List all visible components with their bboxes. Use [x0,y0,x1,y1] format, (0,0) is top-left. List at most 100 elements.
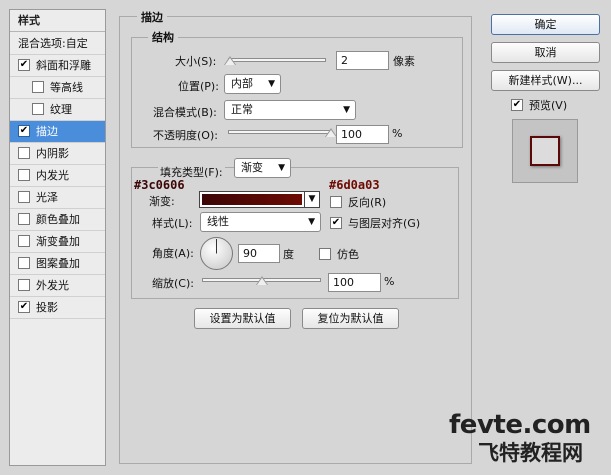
blend-mode-label: 混合模式(B): [153,106,217,119]
style-item[interactable]: ✔ 描边 [10,121,105,143]
scale-label: 缩放(C): [152,277,194,290]
checkbox-icon[interactable] [18,147,30,159]
angle-dial[interactable] [199,236,234,271]
opacity-label: 不透明度(O): [153,129,218,142]
cancel-button[interactable]: 取消 [491,42,600,63]
blend-mode-value: 正常 [231,103,253,116]
style-item-label: 颜色叠加 [36,213,80,226]
blend-mode-select[interactable]: 正常 ▼ [224,100,356,120]
scale-input[interactable]: 100 [328,273,381,292]
reverse-label: 反向(R) [348,196,387,209]
style-item[interactable]: 纹理 [10,99,105,121]
checkbox-icon [330,196,342,208]
gradient-style-select[interactable]: 线性 ▼ [200,212,321,232]
position-select[interactable]: 内部 ▼ [224,74,281,94]
angle-unit: 度 [283,248,294,261]
style-item[interactable]: 等高线 [10,77,105,99]
set-default-button[interactable]: 设置为默认值 [194,308,291,329]
style-item[interactable]: 颜色叠加 [10,209,105,231]
blend-options-item[interactable]: 混合选项:自定 [10,33,105,55]
chevron-down-icon: ▼ [278,163,285,173]
gradient-picker[interactable]: ▼ [199,191,320,208]
opacity-unit: % [392,127,403,140]
position-value: 内部 [231,77,253,90]
scale-slider-thumb[interactable] [255,276,268,285]
checkbox-icon[interactable]: ✔ [18,59,30,71]
checkbox-icon: ✔ [511,99,523,111]
scale-unit: % [384,275,395,288]
angle-input[interactable]: 90 [238,244,280,263]
chevron-down-icon: ▼ [308,217,315,227]
size-label: 大小(S): [175,55,217,68]
chevron-down-icon[interactable]: ▼ [304,192,319,207]
watermark-site: fevte.com [449,410,591,440]
checkbox-icon[interactable] [32,81,44,93]
stroke-title: 描边 [137,9,167,25]
style-item-label: 内阴影 [36,147,69,160]
checkbox-icon[interactable] [18,169,30,181]
checkbox-icon [319,248,331,260]
style-item-label: 渐变叠加 [36,235,80,248]
style-item-label: 外发光 [36,279,69,292]
gradient-start-color: #3c0606 [134,178,185,192]
preview-thumbnail [530,136,560,166]
style-item-label: 投影 [36,301,58,314]
gradient-swatch[interactable] [202,194,302,205]
dither-label: 仿色 [337,248,359,261]
style-item-label: 图案叠加 [36,257,80,270]
new-style-button[interactable]: 新建样式(W)... [491,70,600,91]
checkbox-icon[interactable] [18,279,30,291]
styles-panel: 样式 混合选项:自定 ✔ 斜面和浮雕等高线纹理 ✔ 描边内阴影内发光光泽颜色叠加渐变叠… [9,9,106,466]
angle-label: 角度(A): [152,247,194,260]
style-item[interactable]: 内发光 [10,165,105,187]
fill-type-select[interactable]: 渐变 ▼ [234,158,291,178]
dither-checkbox[interactable]: 仿色 [319,246,359,262]
checkbox-icon[interactable] [18,235,30,247]
position-label: 位置(P): [178,80,219,93]
styles-title: 样式 [10,10,105,32]
size-unit: 像素 [393,55,415,68]
style-item[interactable]: 外发光 [10,275,105,297]
style-item-label: 纹理 [50,103,72,116]
reset-default-button[interactable]: 复位为默认值 [302,308,399,329]
opacity-slider[interactable] [228,130,331,134]
size-input[interactable]: 2 [336,51,389,70]
gradient-style-value: 线性 [207,215,229,228]
style-preview [512,119,578,183]
checkbox-icon[interactable] [32,103,44,115]
preview-label: 预览(V) [529,99,568,112]
gradient-style-label: 样式(L): [152,217,193,230]
style-item-label: 斜面和浮雕 [36,59,91,72]
reverse-checkbox[interactable]: 反向(R) [330,194,386,210]
style-item-label: 描边 [36,125,58,138]
style-item-label: 光泽 [36,191,58,204]
ok-button[interactable]: 确定 [491,14,600,35]
structure-title: 结构 [148,29,178,45]
align-layer-checkbox[interactable]: ✔ 与图层对齐(G) [330,215,420,231]
gradient-end-color: #6d0a03 [329,178,380,192]
gradient-label: 渐变: [149,195,175,208]
fill-type-value: 渐变 [241,161,263,174]
style-item[interactable]: ✔ 斜面和浮雕 [10,55,105,77]
size-slider[interactable] [228,58,326,62]
checkbox-icon[interactable] [18,191,30,203]
style-item-label: 等高线 [50,81,83,94]
style-item[interactable]: 渐变叠加 [10,231,105,253]
style-item[interactable]: 内阴影 [10,143,105,165]
checkbox-icon[interactable] [18,213,30,225]
chevron-down-icon: ▼ [268,79,275,89]
checkbox-icon[interactable]: ✔ [18,301,30,313]
checkbox-icon[interactable] [18,257,30,269]
style-item[interactable]: 光泽 [10,187,105,209]
align-layer-label: 与图层对齐(G) [348,217,421,230]
checkbox-icon[interactable]: ✔ [18,125,30,137]
size-slider-thumb[interactable] [223,56,236,65]
chevron-down-icon: ▼ [343,105,350,115]
preview-checkbox[interactable]: ✔ 预览(V) [511,97,567,113]
checkbox-icon: ✔ [330,217,342,229]
style-item[interactable]: ✔ 投影 [10,297,105,319]
watermark-name: 飞特教程网 [478,441,583,465]
opacity-input[interactable]: 100 [336,125,389,144]
style-item-label: 内发光 [36,169,69,182]
style-item[interactable]: 图案叠加 [10,253,105,275]
